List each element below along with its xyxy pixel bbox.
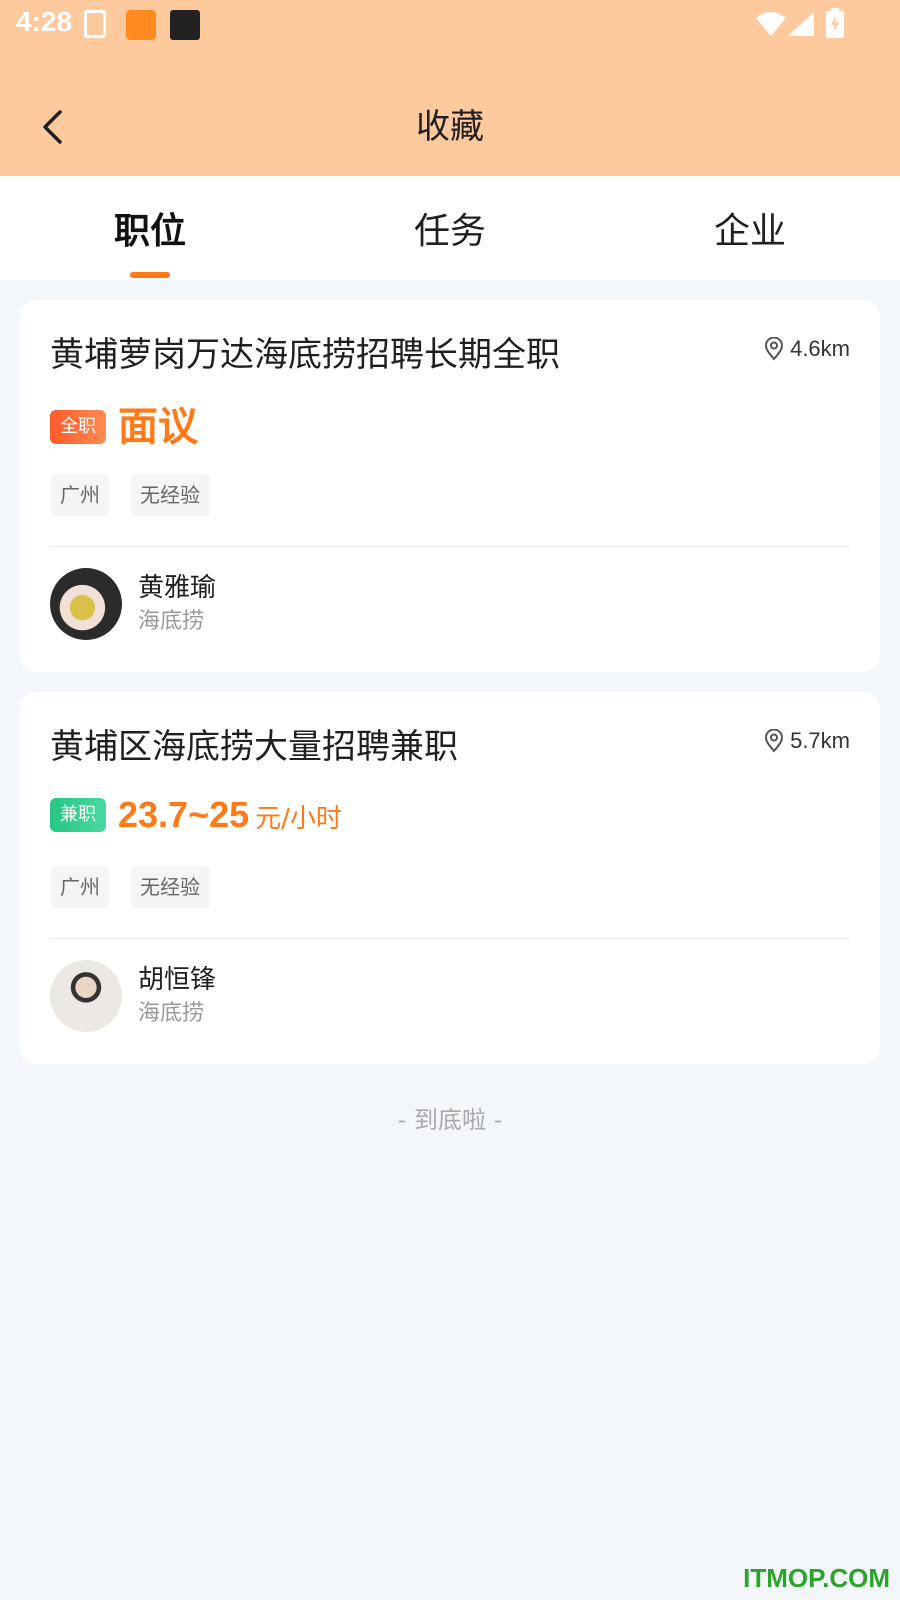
job-type-badge: 全职 [50, 410, 106, 444]
page-title: 收藏 [416, 107, 484, 147]
tab-label: 企业 [713, 211, 786, 252]
status-bar: 4:28 [0, 0, 900, 50]
location-pin-icon [765, 337, 784, 361]
recruiter-text: 黄雅瑜 海底捞 [138, 570, 216, 638]
distance: 5.7km [764, 728, 850, 754]
tab-label: 职位 [113, 211, 186, 252]
salary-value: 23.7~25 [118, 794, 250, 835]
tag-experience: 无经验 [130, 866, 210, 908]
clock-app-notification-icon [170, 10, 200, 40]
avatar [50, 568, 122, 640]
salary-row: 全职 面议 [50, 402, 198, 452]
divider [50, 938, 850, 939]
watermark-logo: ITMOP.COM [743, 1563, 890, 1593]
salary-unit: 元/小时 [255, 804, 342, 834]
job-title: 黄埔萝岗万达海底捞招聘长期全职 [50, 335, 560, 375]
avatar [50, 960, 122, 1032]
salary-amount: 23.7~25 元/小时 [118, 794, 342, 836]
recruiter-text: 胡恒锋 海底捞 [138, 962, 216, 1030]
distance: 4.6km [764, 336, 850, 362]
recruiter-name: 黄雅瑜 [138, 573, 217, 603]
tab-tasks[interactable]: 任务 [300, 176, 600, 280]
tag-experience: 无经验 [130, 474, 210, 516]
tab-label: 任务 [413, 211, 486, 252]
location-pin-icon [765, 729, 784, 753]
tab-positions[interactable]: 职位 [0, 176, 300, 280]
tab-bar: 职位 任务 企业 [0, 176, 900, 280]
recruiter-company: 海底捞 [138, 1001, 205, 1026]
job-title: 黄埔区海底捞大量招聘兼职 [50, 727, 458, 767]
status-time: 4:28 [16, 6, 73, 37]
job-tags: 广州 无经验 [50, 866, 210, 908]
recruiter-name: 胡恒锋 [138, 965, 217, 995]
tag-city: 广州 [50, 474, 110, 516]
salary-row: 兼职 23.7~25 元/小时 [50, 794, 342, 836]
recruiter-info: 黄雅瑜 海底捞 [50, 568, 216, 640]
wifi-icon [756, 12, 786, 36]
recruiter-company: 海底捞 [138, 609, 205, 634]
app-header: 4:28 收藏 [0, 0, 900, 176]
job-tags: 广州 无经验 [50, 474, 210, 516]
tag-city: 广州 [50, 866, 110, 908]
battery-charging-icon [826, 8, 844, 38]
sim-card-icon [84, 10, 106, 38]
app-notification-icon [126, 10, 156, 40]
end-of-list-text: - 到底啦 - [397, 1106, 503, 1134]
job-card[interactable]: 黄埔区海底捞大量招聘兼职 5.7km 兼职 23.7~25 元/小时 广州 无经验… [20, 692, 880, 1064]
job-type-badge: 兼职 [50, 798, 106, 832]
distance-value: 5.7km [790, 728, 850, 753]
tab-companies[interactable]: 企业 [600, 176, 900, 280]
distance-value: 4.6km [790, 336, 850, 361]
salary-value: 面议 [118, 404, 198, 450]
divider [50, 546, 850, 547]
job-card[interactable]: 黄埔萝岗万达海底捞招聘长期全职 4.6km 全职 面议 广州 无经验 黄雅瑜 海… [20, 300, 880, 672]
signal-icon [788, 12, 814, 36]
tab-active-indicator [130, 272, 170, 278]
recruiter-info: 胡恒锋 海底捞 [50, 960, 216, 1032]
